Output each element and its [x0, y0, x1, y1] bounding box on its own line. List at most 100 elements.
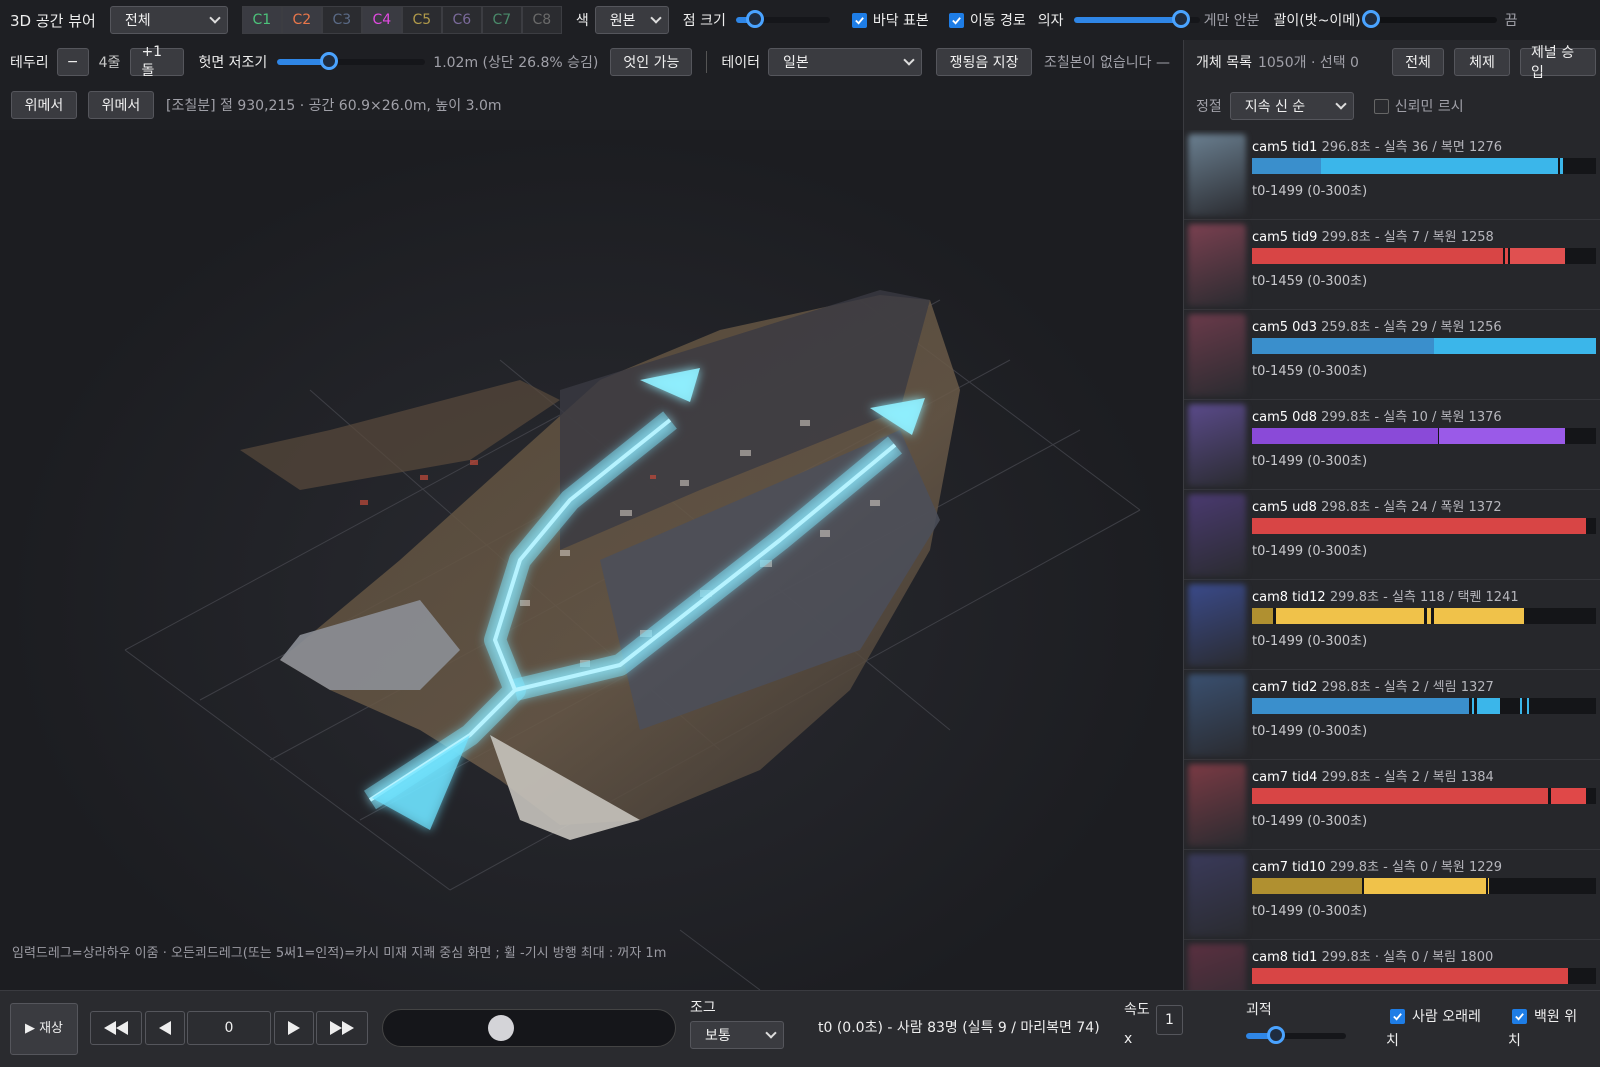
- track-position-label: 백원 위 치: [1508, 1009, 1578, 1049]
- trail-slider[interactable]: [1246, 1026, 1346, 1044]
- object-list-item[interactable]: cam5 tid9 299.8초 - 실측 7 / 복원 1258 t0-1459…: [1184, 220, 1600, 310]
- track-timeline-bar[interactable]: [1252, 968, 1596, 984]
- confidence-checkbox[interactable]: [1373, 98, 1389, 114]
- track-segment: [1320, 158, 1559, 174]
- border-increase-button[interactable]: +1돌: [130, 44, 185, 79]
- playback-bar: ▶ 재상 0 조그 보통 t0 (0.0초) - 사람 83명 (실특 9 / …: [0, 990, 1600, 1067]
- track-timeline-bar[interactable]: [1252, 428, 1596, 444]
- step-back-button[interactable]: [145, 1011, 185, 1045]
- object-list-item[interactable]: cam7 tid2 298.8초 - 실측 2 / 섹림 1327 t0-1499…: [1184, 670, 1600, 760]
- height-label: 괄이(밧~이메): [1273, 13, 1361, 29]
- object-meta: 298.8초 - 실측 24 / 폭원 1372: [1321, 500, 1502, 515]
- chair-slider[interactable]: [1073, 10, 1200, 28]
- track-timeline-bar[interactable]: [1252, 248, 1596, 264]
- 3d-viewport[interactable]: 임력드레그=상라하우 이줌 · 오든쾨드레그(또는 5써1=인적)=카시 미재 …: [0, 130, 1183, 990]
- slider-knob[interactable]: [320, 52, 339, 70]
- track-segment: [1252, 968, 1569, 984]
- path-label: 이동 경로: [969, 13, 1026, 29]
- object-thumbnail[interactable]: [1188, 314, 1246, 396]
- track-timeline-bar[interactable]: [1252, 518, 1596, 534]
- object-id: cam8 tid12: [1252, 590, 1326, 605]
- track-timeline-bar[interactable]: [1252, 608, 1596, 624]
- point-size-slider[interactable]: [735, 10, 830, 28]
- point-cloud-scene[interactable]: [0, 130, 1183, 990]
- view-button-b[interactable]: 위메서: [88, 91, 154, 119]
- scene-info: [조칠분] 절 930,215 · 공간 60.9×26.0m, 높이 3.0m: [166, 98, 502, 114]
- timeline-knob[interactable]: [487, 1015, 514, 1041]
- object-list-item[interactable]: cam5 0d3 259.8초 - 실측 29 / 복원 1256 t0-1459…: [1184, 310, 1600, 400]
- object-thumbnail[interactable]: [1188, 854, 1246, 936]
- track-segment: [1252, 698, 1469, 714]
- track-timeline-bar[interactable]: [1252, 698, 1596, 714]
- track-segment: [1252, 518, 1586, 534]
- border-decrease-button[interactable]: −: [56, 48, 89, 76]
- camera-toggle-c1[interactable]: C1: [241, 6, 282, 34]
- apply-button[interactable]: 제널 승입: [1520, 45, 1596, 81]
- scope-select[interactable]: 전체: [109, 6, 228, 34]
- camera-toggle-c2[interactable]: C2: [281, 6, 322, 34]
- object-list-item[interactable]: cam5 tid1 296.8초 - 실측 36 / 복면 1276 t0-149…: [1184, 130, 1600, 220]
- camera-toggle-c5[interactable]: C5: [401, 6, 442, 34]
- object-list-item[interactable]: cam8 tid12 299.8초 - 실측 118 / 택퀜 1241 t0-1…: [1184, 580, 1600, 670]
- object-list-item[interactable]: cam5 0d8 299.8초 - 실측 10 / 복원 1376 t0-1499…: [1184, 400, 1600, 490]
- track-segment: [1477, 698, 1500, 714]
- speed-label: 속도: [1124, 1002, 1150, 1018]
- object-thumbnail[interactable]: [1188, 584, 1246, 666]
- step-forward-button[interactable]: [274, 1011, 314, 1045]
- object-thumbnail[interactable]: [1188, 764, 1246, 846]
- object-list-item[interactable]: cam7 tid4 299.8초 - 실측 2 / 복림 1384 t0-1499…: [1184, 760, 1600, 850]
- path-checkbox[interactable]: [948, 12, 964, 28]
- slider-knob[interactable]: [745, 10, 764, 28]
- play-button[interactable]: ▶ 재상: [10, 1003, 78, 1055]
- slice-slider[interactable]: [277, 52, 426, 70]
- fast-forward-button[interactable]: [316, 1011, 368, 1045]
- color-select[interactable]: 원본: [594, 6, 669, 34]
- ignore-button[interactable]: 엇인 가능: [610, 48, 693, 76]
- slider-knob[interactable]: [1361, 10, 1380, 28]
- chevron-down-icon: [765, 1026, 777, 1039]
- clear-selection-button[interactable]: 체제: [1454, 48, 1510, 76]
- save-button[interactable]: 쟁됭음 지장: [936, 48, 1033, 76]
- track-segment: [1252, 878, 1363, 894]
- speed-input[interactable]: 1: [1156, 1005, 1183, 1035]
- camera-toggle-c6[interactable]: C6: [441, 6, 482, 34]
- track-timeline-bar[interactable]: [1252, 878, 1596, 894]
- slider-knob[interactable]: [1171, 10, 1190, 28]
- object-thumbnail[interactable]: [1188, 944, 1246, 990]
- floor-checkbox[interactable]: [851, 12, 867, 28]
- object-list-item[interactable]: cam7 tid10 299.8초 - 실측 0 / 복원 1229 t0-149…: [1184, 850, 1600, 940]
- track-timeline-bar[interactable]: [1252, 338, 1596, 354]
- height-slider[interactable]: [1361, 10, 1497, 28]
- rewind-button[interactable]: [90, 1011, 142, 1045]
- sort-select[interactable]: 지속 신 순: [1229, 92, 1354, 120]
- timeline-slider[interactable]: [382, 1009, 676, 1047]
- object-thumbnail[interactable]: [1188, 404, 1246, 486]
- sort-label: 정절: [1196, 99, 1222, 115]
- track-segment: [1276, 608, 1424, 624]
- object-list-item[interactable]: cam8 tid1 299.8초 · 실측 0 / 복림 1800: [1184, 940, 1600, 990]
- object-list-item[interactable]: cam5 ud8 298.8초 - 실측 24 / 폭원 1372 t0-1499…: [1184, 490, 1600, 580]
- view-button-a[interactable]: 위메서: [11, 91, 77, 119]
- track-segment: [1439, 428, 1566, 444]
- speed-mode-select[interactable]: 보통: [690, 1021, 784, 1049]
- camera-toggle-c4[interactable]: C4: [361, 6, 402, 34]
- border-label: 테두리: [10, 55, 49, 71]
- camera-toggle-c7[interactable]: C7: [481, 6, 522, 34]
- object-thumbnail[interactable]: [1188, 224, 1246, 306]
- track-segment: [1434, 608, 1524, 624]
- track-timeline-bar[interactable]: [1252, 158, 1596, 174]
- object-meta: 299.8초 · 실측 0 / 복림 1800: [1321, 950, 1494, 965]
- slider-knob[interactable]: [1267, 1026, 1285, 1044]
- select-all-button[interactable]: 전체: [1392, 48, 1444, 76]
- track-segment: [1551, 788, 1586, 804]
- end-label: 끔: [1504, 13, 1518, 29]
- camera-toggle-c8[interactable]: C8: [521, 6, 562, 34]
- data-select[interactable]: 일본: [768, 48, 923, 76]
- track-timeline-bar[interactable]: [1252, 788, 1596, 804]
- object-thumbnail[interactable]: [1188, 494, 1246, 576]
- object-thumbnail[interactable]: [1188, 674, 1246, 756]
- frame-input[interactable]: 0: [187, 1011, 271, 1045]
- camera-toggle-c3[interactable]: C3: [321, 6, 362, 34]
- object-thumbnail[interactable]: [1188, 134, 1246, 216]
- track-segment: [1252, 158, 1321, 174]
